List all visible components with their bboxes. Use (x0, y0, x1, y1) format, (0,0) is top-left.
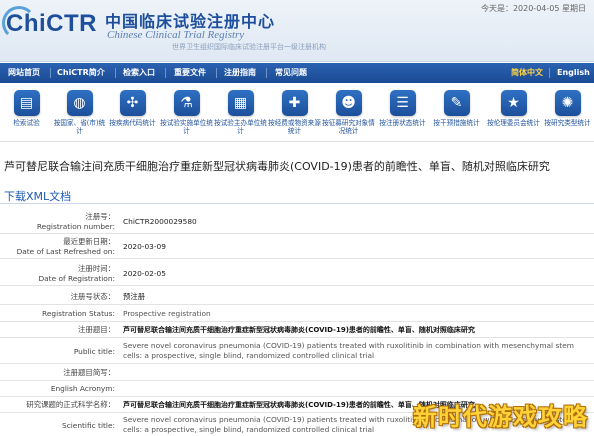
detail-label-en: Scientific title: (62, 421, 115, 430)
nav-divider (115, 68, 116, 78)
flask-icon: ⚗ (173, 90, 200, 116)
registration-number-value: ChiCTR2000029580 (123, 217, 197, 226)
shortcut-by-status[interactable]: ☰ 按注册状态统计 (376, 90, 429, 127)
last-refreshed-value: 2020-03-09 (123, 242, 166, 251)
world-map-icon: ◍ (66, 90, 93, 116)
detail-row-acronym-cn: 注册题目简写： (0, 366, 594, 381)
nav-faq[interactable]: 常见问题 (275, 63, 307, 83)
shortcut-by-disease[interactable]: ✣ 按疾病代码统计 (106, 90, 159, 127)
detail-label-en: English Acronym: (50, 384, 115, 393)
document-icon: ▦ (227, 90, 254, 116)
detail-label-cn: 注册题目简写： (63, 368, 115, 377)
detail-row-registration-date: 注册时间： Date of Registration: 2020-02-05 (0, 264, 594, 286)
detail-label-cn: 注册时间： (78, 264, 115, 273)
search-icon: ▤ (13, 90, 40, 116)
shortcut-label: 检索试验 (13, 119, 40, 127)
download-xml-link[interactable]: 下载XML文档 (4, 188, 71, 204)
virus-icon: ✺ (554, 90, 581, 116)
nav-divider (216, 68, 217, 78)
detail-label: 注册号： Registration number: (0, 212, 115, 232)
detail-label-en: Public title: (73, 347, 115, 356)
site-logo[interactable]: ChiCTR (6, 10, 97, 38)
nav-divider (266, 68, 267, 78)
shortcut-label: 按注册状态统计 (379, 119, 426, 127)
site-header: ChiCTR 中国临床试验注册中心 Chinese Clinical Trial… (0, 0, 594, 62)
registration-status-icon: ☰ (389, 90, 416, 116)
detail-row-status-cn: 注册号状态： 预注册 (0, 290, 594, 305)
shortcut-label: 按试验实施单位统计 (160, 119, 213, 135)
detail-label-cn: 研究课题的正式科学名称： (26, 400, 115, 409)
nav-divider (50, 68, 51, 78)
ethics-star-icon: ★ (500, 90, 527, 116)
shortcut-label: 按征募研究对象情况统计 (322, 119, 375, 135)
registration-status-cn-value: 预注册 (123, 292, 146, 301)
detail-label-en: Date of Registration: (38, 274, 115, 283)
nav-divider (165, 68, 166, 78)
shortcut-by-sponsor[interactable]: ▦ 按试验主办单位统计 (214, 90, 267, 135)
people-icon: ☻ (335, 90, 362, 116)
detail-label-en: Registration Status: (42, 309, 115, 318)
detail-row-status-en: Registration Status: Prospective registr… (0, 307, 594, 322)
syringe-icon: ✎ (443, 90, 470, 116)
medical-kit-icon: ✚ (281, 90, 308, 116)
site-subtitle: 世界卫生组织国际临床试验注册平台一级注册机构 (172, 43, 326, 51)
detail-label-cn: 注册题目： (78, 325, 115, 334)
site-title-en: Chinese Clinical Trial Registry (107, 29, 245, 41)
main-nav: 网站首页 ChiCTR简介 检索入口 重要文件 注册指南 常见问题 简体中文 E… (0, 63, 594, 83)
shortcut-label: 按伦理委员会统计 (487, 119, 540, 127)
public-title-cn-value: 芦可替尼联合输注间充质干细胞治疗重症新型冠状病毒肺炎(COVID-19)患者的前… (123, 326, 475, 334)
detail-row-public-title-en: Public title: Severe novel coronavirus p… (0, 340, 594, 364)
section-divider (0, 203, 594, 204)
shortcut-by-ethics[interactable]: ★ 按伦理委员会统计 (487, 90, 540, 127)
lang-english-link[interactable]: English (557, 63, 590, 83)
statistics-shortcut-bar: ▤ 检索试验 ◍ 按国家、省(市)统计 ✣ 按疾病代码统计 ⚗ 按试验实施单位统… (0, 84, 594, 142)
shortcut-label: 按经费或物资来源统计 (268, 119, 321, 135)
nav-search-entry[interactable]: 检索入口 (123, 63, 155, 83)
detail-row-public-title-cn: 注册题目： 芦可替尼联合输注间充质干细胞治疗重症新型冠状病毒肺炎(COVID-1… (0, 323, 594, 338)
nav-about[interactable]: ChiCTR简介 (57, 63, 105, 83)
public-title-en-value: Severe novel coronavirus pneumonia (COVI… (123, 341, 574, 360)
lang-chinese-link[interactable]: 简体中文 (511, 63, 543, 83)
shortcut-by-country[interactable]: ◍ 按国家、省(市)统计 (53, 90, 106, 135)
dna-icon: ✣ (119, 90, 146, 116)
shortcut-search-trials[interactable]: ▤ 检索试验 (0, 90, 53, 127)
detail-label-cn: 最近更新日期： (63, 237, 115, 246)
nav-documents[interactable]: 重要文件 (174, 63, 206, 83)
shortcut-by-study-type[interactable]: ✺ 按研究类型统计 (541, 90, 594, 127)
shortcut-by-recruitment[interactable]: ☻ 按征募研究对象情况统计 (322, 90, 375, 135)
detail-label-en: Date of Last Refreshed on: (16, 247, 115, 256)
watermark-overlay: 新时代游戏攻略 (413, 403, 588, 431)
detail-row-last-refreshed: 最近更新日期： Date of Last Refreshed on: 2020-… (0, 237, 594, 259)
shortcut-label: 按干预措施统计 (433, 119, 480, 127)
shortcut-by-implementing-unit[interactable]: ⚗ 按试验实施单位统计 (160, 90, 213, 135)
shortcut-by-funding[interactable]: ✚ 按经费或物资来源统计 (268, 90, 321, 135)
detail-label: 注册时间： Date of Registration: (0, 264, 115, 284)
detail-label-cn: 注册号状态： (70, 292, 115, 301)
page-title: 芦可替尼联合输注间充质干细胞治疗重症新型冠状病毒肺炎(COVID-19)患者的前… (4, 160, 550, 173)
shortcut-by-intervention[interactable]: ✎ 按干预措施统计 (430, 90, 483, 127)
nav-registration-guide[interactable]: 注册指南 (224, 63, 256, 83)
nav-home[interactable]: 网站首页 (8, 63, 40, 83)
detail-row-registration-number: 注册号： Registration number: ChiCTR20000295… (0, 212, 594, 234)
current-date: 今天是：2020-04-05 星期日 (480, 4, 586, 13)
nav-divider (549, 68, 550, 78)
registration-status-en-value: Prospective registration (123, 309, 211, 318)
detail-label-en: Registration number: (36, 222, 115, 231)
detail-label-cn: 注册号： (85, 212, 115, 221)
registration-date-value: 2020-02-05 (123, 269, 166, 278)
shortcut-label: 按试验主办单位统计 (214, 119, 267, 135)
shortcut-label: 按研究类型统计 (544, 119, 591, 127)
shortcut-label: 按疾病代码统计 (109, 119, 156, 127)
detail-row-acronym-en: English Acronym: (0, 382, 594, 397)
detail-label: 最近更新日期： Date of Last Refreshed on: (0, 237, 115, 257)
shortcut-label: 按国家、省(市)统计 (53, 119, 106, 135)
